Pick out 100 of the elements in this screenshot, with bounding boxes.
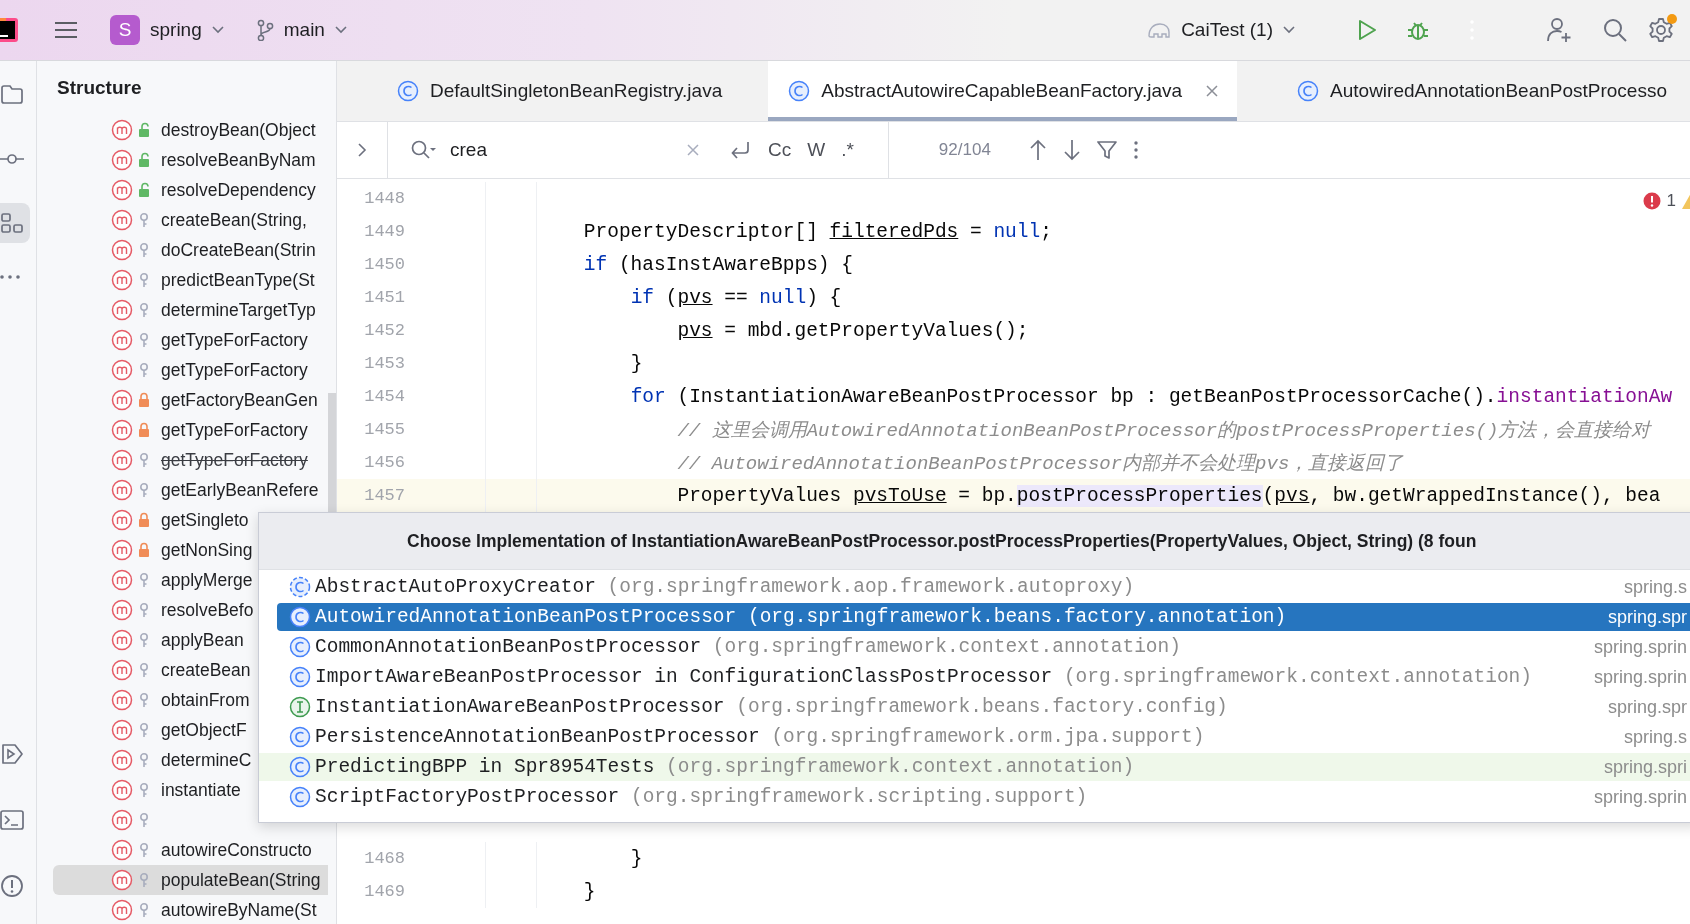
- line-number: 1454: [337, 380, 486, 413]
- list-item[interactable]: ImportAwareBeanPostProcessor in ConfigurationClassPostProcessor (org.springframework.context.annotation) spring.sprin: [259, 663, 1690, 691]
- tree-item[interactable]: doCreateBean(Strin: [53, 235, 328, 265]
- line-number: 1455: [337, 413, 486, 446]
- run-icon[interactable]: [1357, 19, 1377, 41]
- method-icon: [111, 839, 133, 861]
- tree-item[interactable]: getEarlyBeanRefere: [53, 475, 328, 505]
- search-field[interactable]: crea: [450, 139, 630, 161]
- method-icon: [111, 599, 133, 621]
- code-line: }: [629, 352, 643, 375]
- method-icon: [111, 419, 133, 441]
- method-icon: [111, 179, 133, 201]
- close-icon[interactable]: [1205, 84, 1220, 98]
- file-tab[interactable]: AutowiredAnnotationBeanPostProcesso: [1237, 61, 1690, 121]
- method-icon: [111, 449, 133, 471]
- chevron-down-icon: [211, 26, 224, 34]
- tree-item[interactable]: getTypeForFactory: [53, 355, 328, 385]
- tool-window-button[interactable]: [0, 203, 30, 243]
- method-icon: [111, 389, 133, 411]
- tree-item[interactable]: determineTargetTyp: [53, 295, 328, 325]
- list-item[interactable]: InstantiationAwareBeanPostProcessor (org.springframework.beans.factory.config) spring.spr: [259, 693, 1690, 721]
- tree-item[interactable]: createBean(String,: [53, 205, 328, 235]
- method-icon: [111, 509, 133, 531]
- list-item[interactable]: PersistenceAnnotationBeanPostProcessor (org.springframework.orm.jpa.support) spring.s: [259, 723, 1690, 751]
- tree-item[interactable]: resolveBeanByNam: [53, 145, 328, 175]
- new-line-icon[interactable]: [730, 140, 752, 160]
- menu-icon[interactable]: [54, 20, 78, 40]
- more-icon: [0, 275, 20, 279]
- more-icon[interactable]: [1132, 140, 1139, 160]
- method-icon: [111, 539, 133, 561]
- toggle-button[interactable]: W: [807, 139, 826, 161]
- method-icon: [111, 749, 133, 771]
- tree-item[interactable]: autowireByName(St: [53, 895, 328, 924]
- list-item[interactable]: AbstractAutoProxyCreator (org.springframework.aop.framework.autoproxy) spring.s: [259, 573, 1690, 601]
- code-line: if (pvs == null) {: [629, 286, 842, 309]
- class-icon: [1297, 80, 1320, 102]
- line-number: 1451: [337, 281, 486, 314]
- code-line: PropertyDescriptor[] filteredPds = null;: [582, 220, 1052, 243]
- line-number: 1468: [337, 842, 486, 875]
- project-selector[interactable]: S spring: [110, 11, 224, 49]
- method-icon: [111, 149, 133, 171]
- method-icon: [111, 779, 133, 801]
- file-tab[interactable]: AbstractAutowireCapableBeanFactory.java: [768, 61, 1238, 121]
- search-icon[interactable]: [1602, 17, 1628, 43]
- arrow-up-icon[interactable]: [1028, 139, 1047, 161]
- arrow-down-icon[interactable]: [1062, 139, 1081, 161]
- folder-icon: [0, 83, 24, 107]
- code-line: // 这里会调用AutowiredAnnotationBeanPostProcessor的postProcessProperties()方法，会直接给对: [676, 418, 1651, 443]
- class-icon: [397, 80, 419, 102]
- method-icon: [111, 569, 133, 591]
- problems-icon: [0, 874, 24, 898]
- tree-item[interactable]: getTypeForFactory: [53, 415, 328, 445]
- line-number: 1450: [337, 248, 486, 281]
- method-icon: [111, 329, 133, 351]
- line-number: 1448: [337, 182, 486, 215]
- search-icon[interactable]: [410, 139, 436, 161]
- filter-icon[interactable]: [1096, 140, 1117, 160]
- settings-icon[interactable]: [1648, 17, 1674, 43]
- method-icon: [111, 479, 133, 501]
- toggle-button[interactable]: .*: [841, 139, 854, 161]
- tree-item[interactable]: getTypeForFactory: [53, 445, 328, 475]
- list-item[interactable]: AutowiredAnnotationBeanPostProcessor (org.springframework.beans.factory.annotation) spring.spr: [277, 603, 1690, 631]
- error-count[interactable]: 1: [1666, 191, 1676, 211]
- tree-item[interactable]: getTypeForFactory: [53, 325, 328, 355]
- method-icon: [111, 869, 133, 891]
- tree-item[interactable]: populateBean(String: [53, 865, 328, 895]
- method-icon: [111, 359, 133, 381]
- toggle-button[interactable]: Cc: [768, 139, 792, 161]
- code-line: if (hasInstAwareBpps) {: [582, 253, 853, 276]
- method-icon: [111, 239, 133, 261]
- popup-title: Choose Implementation of InstantiationAwareBeanPostProcessor.postProcessProperties(PropertyValues, Object, String) (8 foun: [259, 513, 1690, 570]
- chevron-right-icon[interactable]: [357, 142, 367, 158]
- clear-icon[interactable]: [686, 143, 700, 157]
- branch-icon: [255, 19, 274, 41]
- method-icon: [111, 719, 133, 741]
- tree-item[interactable]: getFactoryBeanGen: [53, 385, 328, 415]
- terminal-icon: [0, 808, 24, 832]
- tree-item[interactable]: predictBeanType(St: [53, 265, 328, 295]
- line-number: 1453: [337, 347, 486, 380]
- list-item[interactable]: CommonAnnotationBeanPostProcessor (org.springframework.context.annotation) spring.sprin: [259, 633, 1690, 661]
- method-icon: [111, 689, 133, 711]
- list-item[interactable]: PredictingBPP in Spr8954Tests (org.springframework.context.annotation) spring.spri: [259, 753, 1690, 781]
- tree-item[interactable]: resolveDependency: [53, 175, 328, 205]
- elephant-icon: [1147, 20, 1172, 40]
- list-item[interactable]: ScriptFactoryPostProcessor (org.springframework.scripting.support) spring.sprin: [259, 783, 1690, 811]
- line-number: 1452: [337, 314, 486, 347]
- tree-item[interactable]: autowireConstructo: [53, 835, 328, 865]
- run-configuration-selector[interactable]: CaiTest (1): [1147, 15, 1295, 45]
- tree-item[interactable]: destroyBean(Object: [53, 115, 328, 145]
- method-icon: [111, 629, 133, 651]
- app-logo-icon[interactable]: [0, 18, 20, 42]
- file-tab[interactable]: DefaultSingletonBeanRegistry.java: [337, 61, 769, 121]
- code-line: }: [582, 880, 596, 903]
- line-number: 1449: [337, 215, 486, 248]
- error-icon[interactable]: [1642, 192, 1661, 210]
- add-user-icon[interactable]: [1546, 17, 1572, 43]
- method-icon: [111, 209, 133, 231]
- branch-selector[interactable]: main: [255, 15, 347, 45]
- line-number: 1469: [337, 875, 486, 908]
- method-icon: [111, 269, 133, 291]
